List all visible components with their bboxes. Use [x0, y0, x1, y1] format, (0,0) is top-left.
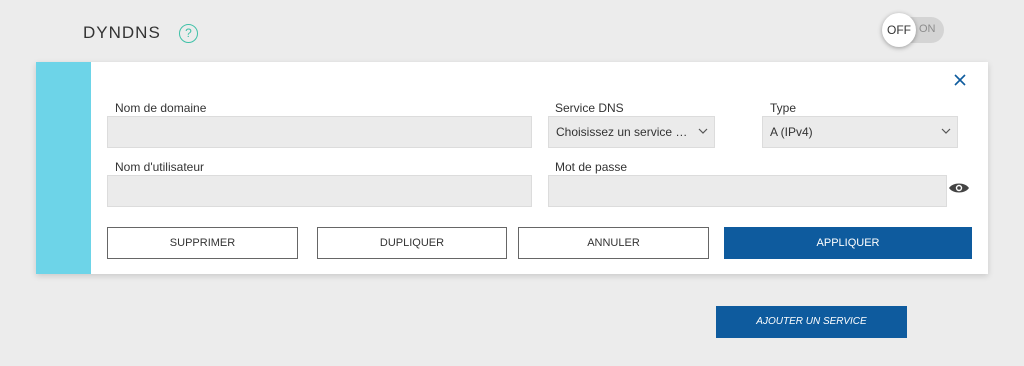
domain-input[interactable] [107, 116, 532, 148]
toggle-knob[interactable]: OFF [882, 13, 916, 47]
type-value: A (IPv4) [770, 125, 813, 139]
dyndns-toggle[interactable]: ON OFF [882, 13, 944, 47]
password-label: Mot de passe [555, 160, 628, 174]
password-input[interactable] [548, 175, 947, 207]
eye-icon[interactable] [948, 181, 970, 195]
toggle-on-label: ON [919, 23, 936, 35]
apply-button[interactable]: APPLIQUER [724, 227, 972, 259]
dns-service-select[interactable]: Choisissez un service Dy… [548, 116, 715, 148]
chevron-down-icon [698, 128, 708, 134]
dns-service-value: Choisissez un service Dy… [556, 125, 696, 139]
type-label: Type [770, 101, 797, 115]
section-title: DYNDNS [83, 23, 161, 42]
duplicate-button[interactable]: DUPLIQUER [317, 227, 507, 259]
username-input[interactable] [107, 175, 532, 207]
type-select[interactable]: A (IPv4) [762, 116, 958, 148]
username-label: Nom d'utilisateur [115, 160, 204, 174]
card-accent-bar [36, 62, 91, 274]
dns-service-label: Service DNS [555, 101, 624, 115]
domain-label: Nom de domaine [115, 101, 207, 115]
close-icon[interactable] [952, 72, 968, 88]
help-icon[interactable]: ? [179, 24, 198, 43]
add-service-button[interactable]: AJOUTER UN SERVICE [716, 306, 907, 338]
cancel-button[interactable]: ANNULER [518, 227, 709, 259]
service-card: Nom de domaine Service DNS Choisissez un… [36, 62, 988, 274]
delete-button[interactable]: SUPPRIMER [107, 227, 298, 259]
chevron-down-icon [941, 128, 951, 134]
